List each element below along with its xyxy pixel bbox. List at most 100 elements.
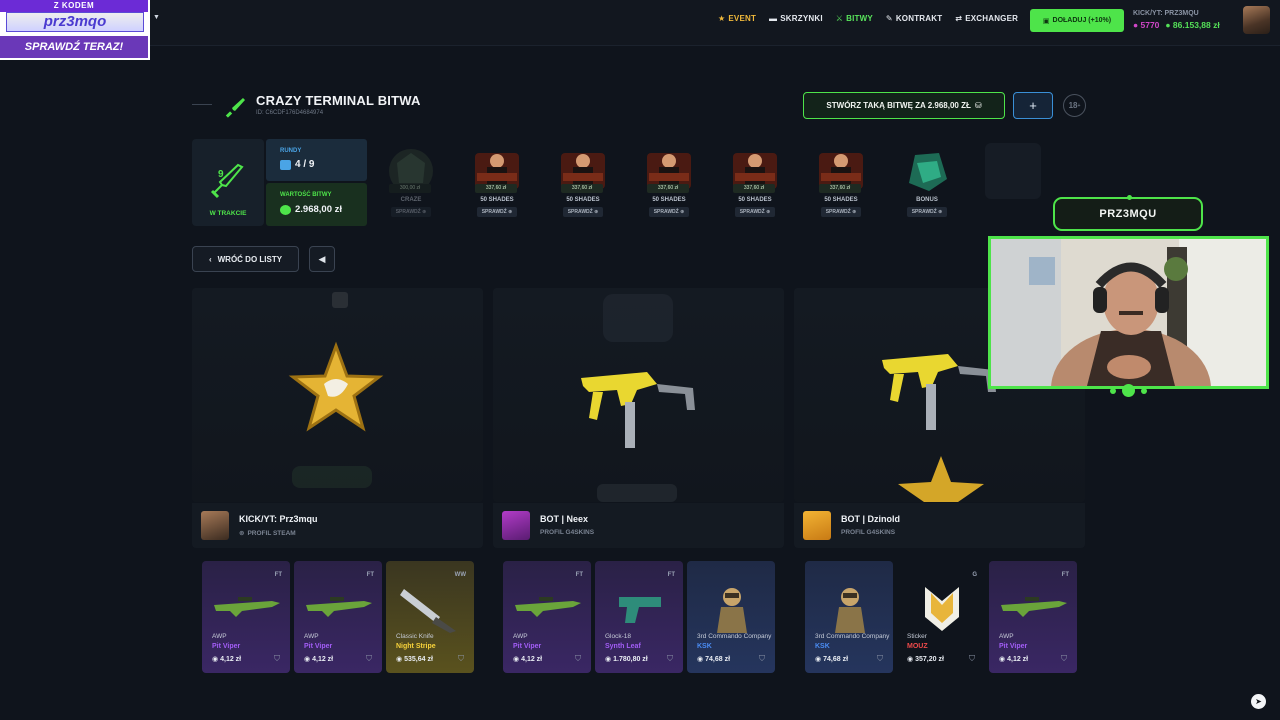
item-type: AWP xyxy=(999,633,1014,640)
check-case-button[interactable]: SPRAWDŹ ⊕ xyxy=(563,207,603,217)
check-case-button[interactable]: SPRAWDŹ ⊕ xyxy=(477,207,517,217)
coin-icon: ◉ xyxy=(605,656,612,663)
shield-icon[interactable]: ⛉ xyxy=(969,654,975,664)
item-type: 3rd Commando Company xyxy=(815,633,890,640)
item-blur xyxy=(603,294,673,342)
player-name: KICK/YT: Prz3mqu xyxy=(239,514,318,524)
add-button[interactable]: + xyxy=(1013,92,1053,119)
case-slot[interactable]: 337,60 zł 50 SHADES SPRAWDŹ ⊕ xyxy=(799,139,883,226)
cam-indicator xyxy=(1110,384,1147,397)
item-price: ◉ 4,12 zł xyxy=(999,655,1029,664)
shield-icon[interactable]: ⛉ xyxy=(274,654,280,664)
case-slot[interactable]: 337,60 zł 50 SHADES SPRAWDŹ ⊕ xyxy=(455,139,539,226)
drop-card[interactable]: G Sticker MOUZ ◉ 357,20 zł ⛉ xyxy=(897,561,985,673)
player-bar[interactable]: KICK/YT: Prz3mqu ⊛ PROFIL STEAM xyxy=(192,503,483,548)
player-profile-link[interactable]: PROFIL G4SKINS xyxy=(540,529,594,536)
pistol-icon xyxy=(619,597,661,623)
case-price: 337,60 zł xyxy=(475,184,517,193)
drop-card[interactable]: FT AWP Pit Viper ◉ 4,12 zł ⛉ xyxy=(989,561,1077,673)
compass-icon[interactable]: ➤ xyxy=(1251,694,1266,709)
drop-card[interactable]: 3rd Commando Company KSK ◉ 74,68 zł ⛉ xyxy=(687,561,775,673)
drop-card[interactable]: FT Glock-18 Synth Leaf ◉ 1.780,80 zł ⛉ xyxy=(595,561,683,673)
drop-card[interactable]: FT AWP Pit Viper ◉ 4,12 zł ⛉ xyxy=(503,561,591,673)
item-type: AWP xyxy=(304,633,319,640)
shield-icon[interactable]: ⛉ xyxy=(1061,654,1067,664)
shield-icon[interactable]: ⛉ xyxy=(366,654,372,664)
shield-icon[interactable]: ⛉ xyxy=(458,654,464,664)
user-balance[interactable]: KICK/YT: PRZ3MQU ● 5770 ● 86.153,88 zł xyxy=(1133,10,1220,30)
case-name: 50 SHADES xyxy=(738,197,772,203)
shield-icon[interactable]: ⛉ xyxy=(667,654,673,664)
case-slot-empty xyxy=(971,139,1055,226)
coin-icon: ◉ xyxy=(999,656,1006,663)
shield-icon[interactable]: ⛉ xyxy=(575,654,581,664)
nav-cases[interactable]: ▬ SKRZYNKI xyxy=(769,14,823,23)
player-bar[interactable]: BOT | Neex PROFIL G4SKINS xyxy=(493,503,784,548)
nav-event[interactable]: ★ EVENT xyxy=(718,14,756,23)
drop-card[interactable]: FT AWP Pit Viper ◉ 4,12 zł ⛉ xyxy=(294,561,382,673)
smg-item-icon xyxy=(882,354,996,430)
player-name: BOT | Dzinold xyxy=(841,514,901,524)
star-item-icon xyxy=(898,456,984,502)
player-profile-link[interactable]: PROFIL G4SKINS xyxy=(841,529,895,536)
star-item-icon xyxy=(288,341,384,432)
item-blur xyxy=(332,292,348,308)
item-price: ◉ 357,20 zł xyxy=(907,655,944,664)
battle-status-card: 9 W TRAKCIE xyxy=(192,139,264,226)
condition-badge: FT xyxy=(1061,572,1069,578)
create-battle-button[interactable]: STWÓRZ TAKĄ BITWĘ ZA 2.968,00 ZŁ ⛁ xyxy=(803,92,1005,119)
case-icon: ▬ xyxy=(769,14,778,23)
nav-battles[interactable]: ⚔ BITWY xyxy=(836,14,873,23)
item-skin: KSK xyxy=(697,643,712,650)
item-skin: MOUZ xyxy=(907,643,928,650)
check-case-button[interactable]: SPRAWDŹ ⊕ xyxy=(649,207,689,217)
back-to-list-button[interactable]: ‹ WRÓĆ DO LISTY xyxy=(192,246,299,272)
shield-icon[interactable]: ⛉ xyxy=(877,654,883,664)
user-avatar[interactable] xyxy=(1243,6,1270,34)
top-navbar: ★ EVENT ▬ SKRZYNKI ⚔ BITWY ✎ KONTRAKT ⇄ … xyxy=(0,0,1280,46)
case-slot[interactable]: 337,60 zł 50 SHADES SPRAWDŹ ⊕ xyxy=(713,139,797,226)
nav-contract[interactable]: ✎ KONTRAKT xyxy=(886,14,942,23)
dot xyxy=(1110,387,1116,394)
player-avatar xyxy=(502,511,530,540)
drop-card[interactable]: WW Classic Knife Night Stripe ◉ 535,64 zł ⛉ xyxy=(386,561,474,673)
case-price: 337,60 zł xyxy=(561,184,603,193)
drop-card[interactable]: 3rd Commando Company KSK ◉ 74,68 zł ⛉ xyxy=(805,561,893,673)
check-case-button[interactable]: SPRAWDŹ ⊕ xyxy=(821,207,861,217)
item-price: ◉ 4,12 zł xyxy=(304,655,334,664)
sniper-rifle-icon xyxy=(515,597,581,617)
topup-button[interactable]: ▣ DOŁADUJ (+10%) xyxy=(1030,9,1124,32)
case-slot[interactable]: 300,00 zł CRAZE SPRAWDŹ ⊕ xyxy=(369,139,453,226)
drop-card[interactable]: FT AWP Pit Viper ◉ 4,12 zł ⛉ xyxy=(202,561,290,673)
check-case-button[interactable]: SPRAWDŹ ⊕ xyxy=(907,207,947,217)
item-type: AWP xyxy=(513,633,528,640)
battle-value-label: WARTOŚĆ BITWY xyxy=(280,192,332,198)
check-case-button[interactable]: SPRAWDŹ ⊕ xyxy=(735,207,775,217)
player-reel xyxy=(192,288,483,502)
balance-value: ● 86.153,88 zł xyxy=(1165,20,1220,30)
player-bar[interactable]: BOT | Dzinold PROFIL G4SKINS xyxy=(794,503,1085,548)
player-name: BOT | Neex xyxy=(540,514,589,524)
status-count: 9 xyxy=(218,169,224,180)
condition-badge: WW xyxy=(454,572,466,578)
divider xyxy=(192,104,212,105)
battle-value-card: WARTOŚĆ BITWY 2.968,00 zł xyxy=(266,183,367,226)
case-slot[interactable]: 337,60 zł 50 SHADES SPRAWDŹ ⊕ xyxy=(541,139,625,226)
agent-icon xyxy=(717,588,747,633)
nav-exchanger-label: EXCHANGER xyxy=(965,14,1019,23)
sticker-icon xyxy=(925,587,959,631)
item-price: ◉ 74,68 zł xyxy=(697,655,731,664)
item-price: ◉ 4,12 zł xyxy=(212,655,242,664)
mute-button[interactable]: ◀ xyxy=(309,246,335,272)
shield-icon[interactable]: ⛉ xyxy=(759,654,765,664)
case-slot[interactable]: BONUS SPRAWDŹ ⊕ xyxy=(885,139,969,226)
chevron-down-icon[interactable]: ▼ xyxy=(153,14,160,21)
rounds-value: 4 / 9 xyxy=(295,159,315,170)
nav-exchanger[interactable]: ⇄ EXCHANGER xyxy=(955,14,1018,23)
promo-banner[interactable]: Z KODEM prz3mqo SPRAWDŹ TERAZ! xyxy=(0,0,150,60)
case-slot[interactable]: 337,60 zł 50 SHADES SPRAWDŹ ⊕ xyxy=(627,139,711,226)
condition-badge: FT xyxy=(274,572,282,578)
check-case-button[interactable]: SPRAWDŹ ⊕ xyxy=(391,207,431,217)
item-price: ◉ 74,68 zł xyxy=(815,655,849,664)
player-profile-link[interactable]: ⊛ PROFIL STEAM xyxy=(239,529,296,538)
